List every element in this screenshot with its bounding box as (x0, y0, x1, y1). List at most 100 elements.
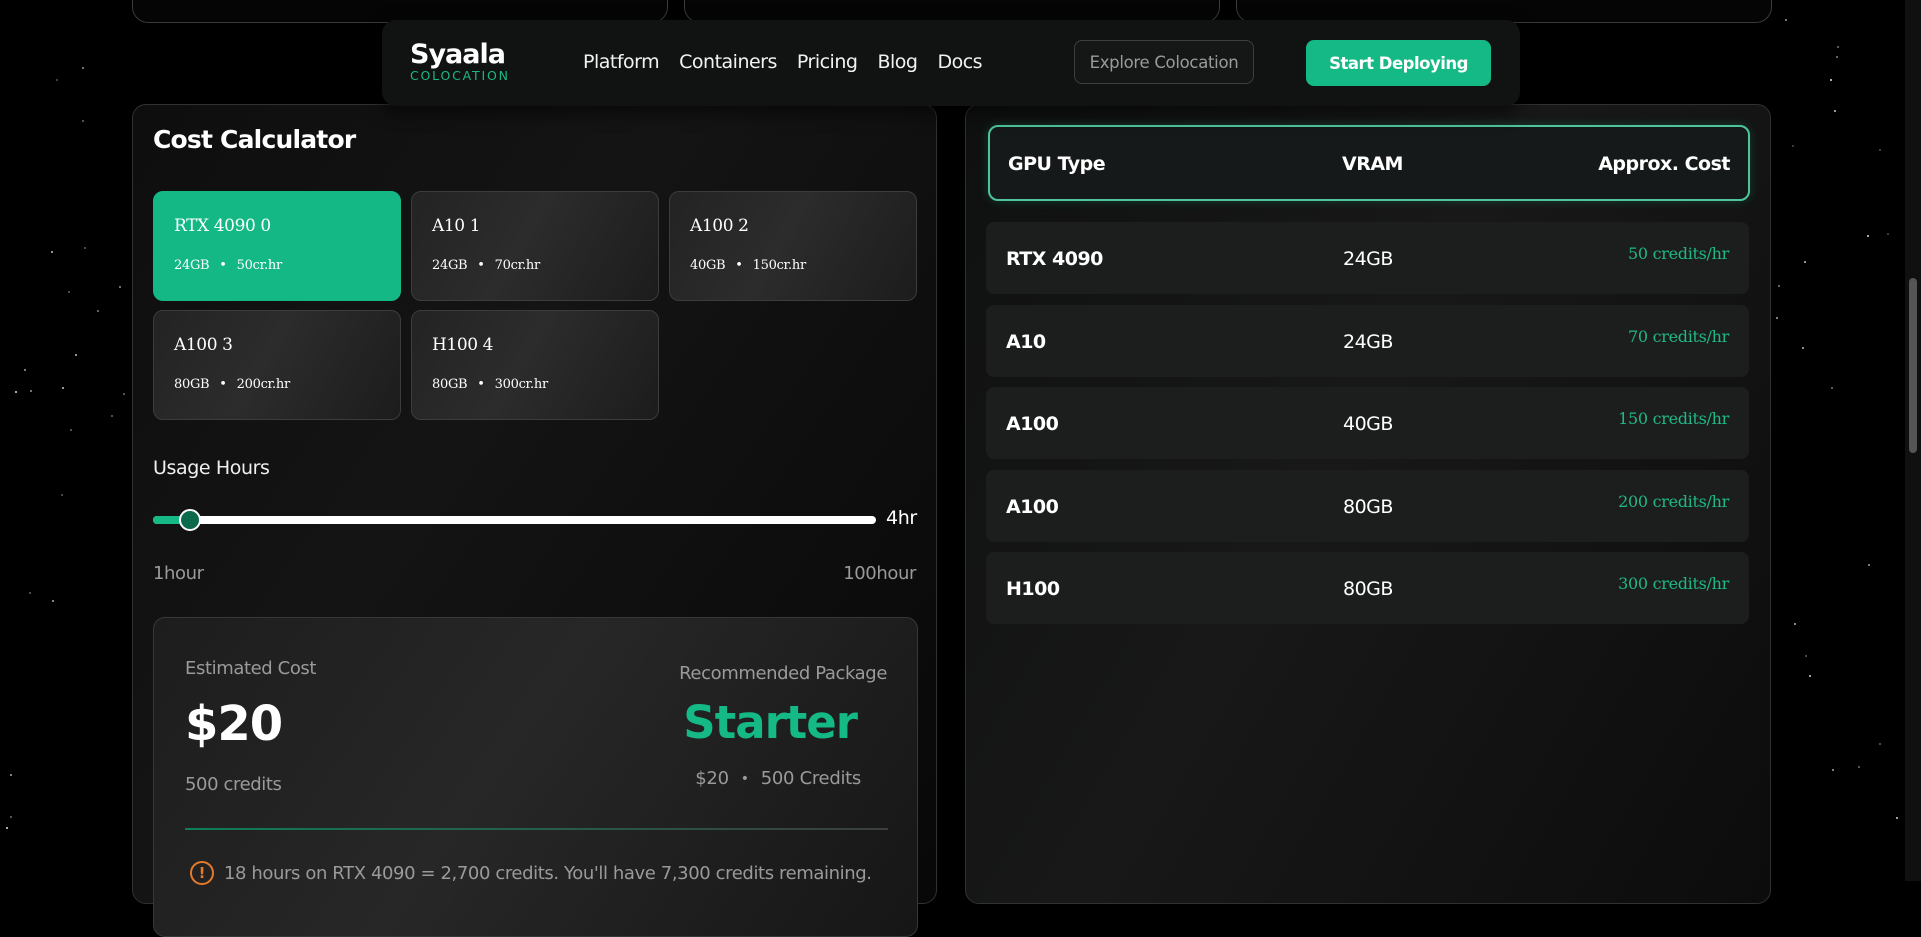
table-row: H100 80GB 300 credits/hr (986, 552, 1749, 624)
star (1785, 18, 1788, 21)
star (1832, 768, 1835, 771)
gpu-option-vram: 80GB (432, 377, 468, 392)
separator-dot: • (735, 258, 743, 273)
separator-dot: • (477, 258, 485, 273)
gpu-option-name: A100 3 (174, 335, 233, 355)
star (96, 309, 99, 312)
gpu-option-h100[interactable]: H100 4 80GB • 300cr.hr (411, 310, 659, 420)
credit-warning: ! 18 hours on RTX 4090 = 2,700 credits. … (190, 861, 872, 885)
row-gpu: A100 (1006, 413, 1059, 435)
scrollbar-thumb[interactable] (1909, 278, 1917, 453)
star (61, 386, 64, 389)
table-row: A100 40GB 150 credits/hr (986, 387, 1749, 459)
star (1830, 78, 1833, 81)
star (75, 353, 78, 356)
gpu-pricing-table-panel: GPU Type VRAM Approx. Cost RTX 4090 24GB… (965, 104, 1771, 904)
star (1778, 285, 1780, 288)
slider-thumb[interactable] (179, 509, 202, 531)
divider (185, 828, 888, 830)
row-vram: 80GB (1343, 578, 1393, 600)
gpu-option-a10[interactable]: A10 1 24GB • 70cr.hr (411, 191, 659, 301)
star (23, 369, 26, 372)
star (1896, 816, 1899, 819)
row-cost: 200 credits/hr (1618, 492, 1729, 511)
star (1801, 346, 1804, 349)
separator-dot: • (477, 377, 485, 392)
row-vram: 24GB (1343, 248, 1393, 270)
nav-links: Platform Containers Pricing Blog Docs (583, 51, 983, 73)
package-credits: 500 Credits (760, 768, 862, 789)
table-header: GPU Type VRAM Approx. Cost (988, 125, 1750, 201)
gpu-option-name: A100 2 (690, 216, 749, 236)
star (6, 827, 9, 830)
row-vram: 80GB (1343, 496, 1393, 518)
nav-link-docs[interactable]: Docs (937, 51, 982, 73)
star (1878, 148, 1881, 151)
credit-warning-text: 18 hours on RTX 4090 = 2,700 credits. Yo… (224, 862, 872, 884)
star (9, 816, 12, 819)
table-row: A100 80GB 200 credits/hr (986, 470, 1749, 542)
row-gpu: H100 (1006, 578, 1060, 600)
logo-wordmark: Syaala (410, 39, 506, 70)
calculator-title: Cost Calculator (153, 125, 356, 154)
gpu-option-vram: 40GB (690, 258, 726, 273)
estimated-cost-label: Estimated Cost (185, 658, 317, 679)
usage-hours-slider[interactable] (153, 509, 876, 531)
star (29, 592, 32, 594)
table-row: RTX 4090 24GB 50 credits/hr (986, 222, 1749, 294)
usage-hours-label: Usage Hours (153, 457, 270, 479)
gpu-option-vram: 80GB (174, 377, 210, 392)
alert-circle-icon: ! (190, 861, 214, 885)
star (1836, 45, 1839, 48)
star (1808, 675, 1811, 678)
star (1792, 144, 1795, 147)
row-vram: 40GB (1343, 413, 1393, 435)
recommended-package-label: Recommended Package (679, 663, 887, 684)
star (1887, 232, 1890, 235)
nav-link-blog[interactable]: Blog (877, 51, 918, 73)
table-row: A10 24GB 70 credits/hr (986, 305, 1749, 377)
explore-colocation-button[interactable]: Explore Colocation (1074, 40, 1254, 84)
star (82, 67, 85, 70)
package-price: $20 (695, 768, 729, 789)
star (1867, 234, 1870, 237)
star (1836, 56, 1839, 59)
slider-min-label: 1hour (153, 563, 204, 584)
gpu-option-rate: 50cr.hr (236, 258, 283, 273)
star (1831, 387, 1834, 390)
nav-link-pricing[interactable]: Pricing (797, 51, 858, 73)
gpu-option-spec: 40GB • 150cr.hr (690, 258, 806, 273)
start-deploying-button[interactable]: Start Deploying (1306, 40, 1491, 86)
nav-link-containers[interactable]: Containers (679, 51, 777, 73)
star (9, 774, 12, 777)
row-gpu: A10 (1006, 331, 1046, 353)
page-scrollbar[interactable] (1905, 0, 1921, 881)
gpu-option-spec: 80GB • 300cr.hr (432, 377, 548, 392)
column-header-vram: VRAM (1342, 153, 1403, 175)
separator-dot: • (219, 258, 227, 273)
gpu-option-spec: 80GB • 200cr.hr (174, 377, 290, 392)
gpu-option-a100-80[interactable]: A100 3 80GB • 200cr.hr (153, 310, 401, 420)
row-cost: 300 credits/hr (1618, 574, 1729, 593)
gpu-option-a100-40[interactable]: A100 2 40GB • 150cr.hr (669, 191, 917, 301)
gpu-option-vram: 24GB (174, 258, 210, 273)
star (15, 391, 18, 394)
gpu-option-name: A10 1 (432, 216, 481, 236)
gpu-option-rate: 200cr.hr (236, 377, 291, 392)
row-vram: 24GB (1343, 331, 1393, 353)
star (110, 414, 113, 417)
nav-link-platform[interactable]: Platform (583, 51, 660, 73)
brand-logo[interactable]: Syaala COLOCATION (410, 40, 510, 82)
star (81, 119, 84, 122)
gpu-option-rate: 300cr.hr (494, 377, 549, 392)
logo-subtitle: COLOCATION (410, 68, 510, 83)
gpu-option-rtx4090[interactable]: RTX 4090 0 24GB • 50cr.hr (153, 191, 401, 301)
gpu-option-vram: 24GB (432, 258, 468, 273)
star (1868, 564, 1871, 567)
estimated-credits: 500 credits (185, 774, 282, 795)
row-gpu: A100 (1006, 496, 1059, 518)
star (123, 392, 126, 395)
star (30, 390, 33, 393)
star (119, 286, 122, 289)
star (1833, 110, 1836, 113)
